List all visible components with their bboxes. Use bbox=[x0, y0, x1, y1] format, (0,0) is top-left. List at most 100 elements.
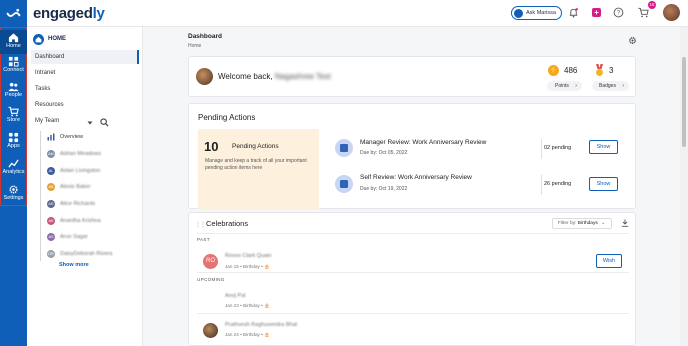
divider bbox=[541, 175, 542, 195]
subnav-item-resources[interactable]: Resources bbox=[31, 98, 139, 112]
badge-icon bbox=[596, 64, 603, 76]
celebration-name: Prathvesh Raghuvendra Bhat bbox=[225, 322, 298, 328]
team-member-item[interactable]: AR Alice Richards bbox=[47, 197, 95, 210]
cart-icon[interactable] bbox=[638, 7, 649, 18]
gear-icon bbox=[9, 185, 18, 194]
pending-row-due: Due by: Oct 19, 2022 bbox=[360, 186, 408, 192]
gear-icon[interactable] bbox=[628, 36, 637, 45]
connect-icon bbox=[8, 56, 19, 67]
past-section-label: PAST bbox=[197, 237, 210, 242]
rail-label: Apps bbox=[7, 143, 20, 149]
avatar: AB bbox=[47, 182, 55, 191]
team-member-item[interactable]: AS Arun Sagar bbox=[47, 230, 88, 243]
divider bbox=[197, 313, 629, 314]
badges-value: 3 bbox=[609, 66, 614, 75]
celebration-meta: Jan 23 • Birthday • 🎂 bbox=[225, 303, 270, 308]
home-icon bbox=[33, 33, 44, 45]
apps-icon bbox=[8, 132, 19, 143]
subnav-item-tasks[interactable]: Tasks bbox=[31, 82, 139, 96]
ask-assistant-button[interactable]: Ask Marissa bbox=[511, 6, 562, 20]
pending-row-count: 26 pending bbox=[544, 181, 572, 187]
welcome-message: Welcome back, Nagashree Test bbox=[218, 72, 331, 81]
rail-item-analytics[interactable]: Analytics bbox=[0, 156, 27, 180]
celebration-meta: Jan 24 • Birthday • 🎂 bbox=[225, 332, 270, 337]
subnav-item-my-team[interactable]: My Team bbox=[31, 114, 139, 128]
brand-logo[interactable]: engagedly bbox=[33, 5, 105, 22]
pending-count-label: Pending Actions bbox=[232, 143, 279, 150]
pending-row-title: Self Review: Work Anniversary Review bbox=[360, 174, 472, 181]
scrollbar-thumb[interactable] bbox=[682, 57, 686, 147]
points-value: 486 bbox=[564, 66, 578, 75]
avatar bbox=[196, 68, 213, 85]
download-icon[interactable] bbox=[621, 219, 629, 227]
rail-item-apps[interactable]: Apps bbox=[0, 130, 27, 154]
main-scrollbar[interactable] bbox=[680, 27, 688, 346]
team-member-item[interactable]: AB Alexis Baker bbox=[47, 180, 91, 193]
rail-label: Connect bbox=[3, 67, 24, 73]
team-member-item[interactable]: DR DaisyDeborah Rivera bbox=[47, 247, 112, 260]
avatar bbox=[203, 294, 218, 309]
divider bbox=[541, 139, 542, 159]
search-icon[interactable] bbox=[100, 118, 109, 127]
people-icon bbox=[8, 82, 19, 92]
avatar: AK bbox=[47, 216, 55, 225]
cart-count-badge: 15 bbox=[648, 1, 656, 9]
page-title: Dashboard bbox=[188, 33, 222, 40]
review-icon bbox=[335, 139, 353, 157]
rail-label: People bbox=[4, 92, 23, 98]
subnav-item-intranet[interactable]: Intranet bbox=[31, 66, 139, 80]
show-button[interactable]: Show bbox=[589, 177, 618, 191]
subnav-home-header[interactable]: HOME bbox=[33, 33, 66, 45]
rail-item-connect[interactable]: Connect bbox=[0, 54, 27, 78]
avatar: DR bbox=[47, 249, 55, 258]
rail-label: Home bbox=[6, 43, 21, 49]
upcoming-section-label: UPCOMING bbox=[197, 277, 225, 282]
rail-label: Store bbox=[6, 117, 21, 123]
team-tree-line bbox=[40, 131, 41, 261]
rail-item-home[interactable]: Home bbox=[0, 30, 27, 54]
show-button[interactable]: Show bbox=[589, 140, 618, 154]
chevron-down-icon[interactable] bbox=[87, 120, 93, 126]
pending-row-due: Due by: Oct 05, 2022 bbox=[360, 150, 408, 156]
add-button[interactable]: + bbox=[592, 8, 601, 17]
team-overview-item[interactable]: Overview bbox=[47, 130, 83, 143]
team-member-item[interactable]: AM Adrian Meadows bbox=[47, 147, 101, 160]
celebration-name: Anoj Pal bbox=[225, 293, 246, 299]
assistant-avatar bbox=[514, 8, 523, 18]
welcome-card: Welcome back, Nagashree Test ⚡ 486 Point… bbox=[188, 56, 636, 97]
brand-mark-icon[interactable] bbox=[5, 6, 22, 23]
bell-icon[interactable] bbox=[568, 7, 579, 18]
subnav-item-dashboard[interactable]: Dashboard bbox=[31, 50, 139, 64]
cart-icon bbox=[8, 106, 19, 117]
team-member-item[interactable]: AK Anantha Krishna bbox=[47, 214, 101, 227]
pending-description: Manage and keep a track of all your impo… bbox=[205, 158, 307, 171]
avatar bbox=[203, 323, 218, 338]
top-bar: engagedly Ask Marissa + ? 15 bbox=[27, 0, 688, 27]
help-icon[interactable]: ? bbox=[613, 7, 624, 18]
divider bbox=[197, 272, 629, 273]
review-icon bbox=[335, 175, 353, 193]
avatar: RO bbox=[203, 254, 218, 269]
wish-button[interactable]: Wish bbox=[596, 254, 622, 268]
pending-count: 10 bbox=[204, 139, 219, 154]
pending-row-count: 02 pending bbox=[544, 145, 572, 151]
points-button[interactable]: Points › bbox=[547, 81, 582, 91]
rail-item-settings[interactable]: Settings bbox=[0, 182, 27, 206]
avatar: AR bbox=[47, 199, 55, 208]
pending-actions-card: Pending Actions 10 Pending Actions Manag… bbox=[188, 103, 636, 210]
pending-row-title: Manager Review: Work Anniversary Review bbox=[360, 139, 487, 146]
celebrations-card: ⋮⋮ Celebrations Filter by: Birthdays ⌄ P… bbox=[188, 212, 636, 346]
drag-handle-icon[interactable]: ⋮⋮ bbox=[195, 221, 206, 228]
badges-button[interactable]: Badges › bbox=[592, 81, 629, 91]
celebration-meta: Jan 15 • Birthday • 🎂 bbox=[225, 264, 270, 269]
show-more-link[interactable]: Show more bbox=[59, 262, 89, 268]
points-icon: ⚡ bbox=[548, 65, 559, 76]
breadcrumb[interactable]: Home bbox=[188, 43, 201, 49]
rail-label: Settings bbox=[3, 195, 24, 201]
team-member-item[interactable]: AL Aidan Livingston bbox=[47, 164, 100, 177]
celebrations-filter[interactable]: Filter by: Birthdays ⌄ bbox=[552, 218, 612, 229]
rail-item-people[interactable]: People bbox=[0, 79, 27, 103]
user-avatar[interactable] bbox=[663, 4, 680, 21]
rail-item-store[interactable]: Store bbox=[0, 104, 27, 128]
celebration-name: Rovoo Clark Quain bbox=[225, 253, 272, 259]
